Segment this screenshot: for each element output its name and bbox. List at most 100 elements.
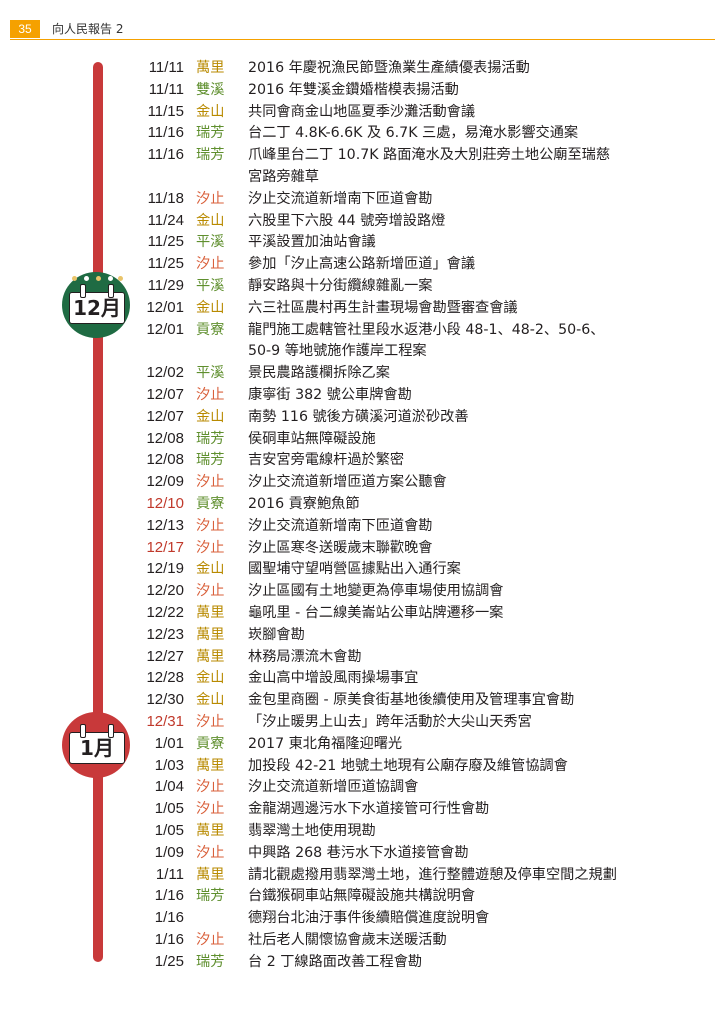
event-town: 萬里 — [196, 757, 225, 774]
event-date: 12/19 — [146, 560, 184, 578]
event-description: 汐止交流道新增匝道方案公聽會 — [248, 474, 447, 491]
event-description: 2016 貢寮鮑魚節 — [248, 496, 360, 512]
event-row: 12/01 金山 六三社區農村再生計畫現場會勘暨審查會議 — [0, 297, 725, 319]
page-number: 35 — [10, 20, 40, 38]
event-town: 金山 — [196, 103, 225, 120]
event-description: 林務局漂流木會勘 — [248, 648, 362, 665]
event-date: 1/16 — [154, 887, 184, 905]
event-description: 台二丁 4.8K-6.6K 及 6.7K 三處，易淹水影響交通案 — [248, 125, 579, 142]
event-row: 1/16 瑞芳 台鐵猴硐車站無障礙設施共構說明會 — [0, 885, 725, 907]
event-description: 加投段 42-21 地號土地現有公廟存廢及維管協調會 — [248, 757, 568, 774]
event-town: 貢寮 — [196, 321, 225, 338]
event-town: 平溪 — [196, 278, 225, 294]
event-description: 侯硐車站無障礙設施 — [248, 430, 376, 447]
event-row: 1/11 萬里 請北觀處撥用翡翠灣土地，進行整體遊憩及停車空間之規劃 — [0, 864, 725, 886]
event-date: 1/09 — [154, 843, 184, 861]
event-description: 龜吼里 - 台二線美崙站公車站牌遷移一案 — [248, 605, 504, 621]
event-row: 12/19 金山 國聖埔守望哨營區據點出入通行案 — [0, 558, 725, 580]
event-town: 瑞芳 — [196, 452, 225, 469]
event-row: 1/09 汐止 中興路 268 巷污水下水道接管會勘 — [0, 842, 725, 864]
event-row: 1/01 貢寮 2017 東北角福隆迎曙光 — [0, 733, 725, 755]
event-date: 1/03 — [154, 756, 184, 774]
event-row: 1/16 汐止 社后老人關懷協會歲末送暖活動 — [0, 929, 725, 951]
event-description: 翡翠灣土地使用現勘 — [248, 823, 376, 839]
event-description: 台鐵猴硐車站無障礙設施共構說明會 — [248, 888, 476, 905]
event-row: 11/18 汐止 汐止交流道新增南下匝道會勘 — [0, 188, 725, 210]
event-row: 11/16 瑞芳 台二丁 4.8K-6.6K 及 6.7K 三處，易淹水影響交通案 — [0, 122, 725, 144]
event-row: 12/10 貢寮 2016 貢寮鮑魚節 — [0, 493, 725, 515]
event-date: 1/05 — [154, 800, 184, 818]
event-description: 龍門施工處轄管社里段水返港小段 48-1、48-2、50-6、 — [248, 321, 605, 338]
event-date: 12/08 — [146, 429, 184, 447]
event-date: 12/02 — [146, 364, 184, 382]
event-town: 萬里 — [196, 605, 225, 621]
event-row: 12/02 平溪 景民農路護欄拆除乙案 — [0, 362, 725, 384]
event-town: 貢寮 — [196, 735, 225, 752]
event-town: 金山 — [196, 408, 225, 425]
event-date: 1/11 — [155, 865, 184, 883]
page-header: 35 向人民報告 2 — [0, 0, 725, 44]
event-date: 11/24 — [147, 211, 184, 229]
event-date: 11/11 — [148, 59, 184, 76]
event-date: 12/07 — [146, 386, 184, 403]
event-description: 2017 東北角福隆迎曙光 — [248, 735, 403, 752]
event-description: 汐止區寒冬送暖歲末聯歡晚會 — [248, 539, 433, 556]
event-row: 12/31 汐止 「汐止暖男上山去」跨年活動於大尖山天秀宮 — [0, 711, 725, 733]
event-row: 12/28 金山 金山高中增設風雨操場事宜 — [0, 667, 725, 689]
event-town: 金山 — [196, 561, 225, 578]
event-town: 汐止 — [196, 256, 225, 273]
report-title: 向人民報告 2 — [52, 22, 124, 36]
event-town: 瑞芳 — [196, 888, 225, 905]
event-town: 汐止 — [196, 539, 225, 556]
event-description: 參加「汐止高速公路新增匝道」會議 — [248, 256, 476, 273]
event-description: 金山高中增設風雨操場事宜 — [248, 670, 419, 687]
event-date: 1/04 — [154, 778, 184, 796]
event-row: 12/20 汐止 汐止區國有土地變更為停車場使用協調會 — [0, 580, 725, 602]
event-row: 12/27 萬里 林務局漂流木會勘 — [0, 646, 725, 668]
event-town: 萬里 — [196, 60, 225, 76]
event-row: 11/11 雙溪 2016 年雙溪金鑽婚楷模表揚活動 — [0, 79, 725, 101]
event-date: 1/16 — [154, 909, 184, 927]
event-date: 12/13 — [146, 516, 184, 534]
event-town: 金山 — [196, 670, 225, 687]
event-description: 請北觀處撥用翡翠灣土地，進行整體遊憩及停車空間之規劃 — [248, 866, 617, 883]
event-description: 金龍湖週邊污水下水道接管可行性會勘 — [248, 801, 490, 818]
header-divider — [10, 39, 715, 40]
event-description: 景民農路護欄拆除乙案 — [248, 365, 390, 382]
event-date: 12/09 — [146, 473, 184, 491]
event-description: 中興路 268 巷污水下水道接管會勘 — [248, 844, 469, 861]
event-description: 「汐止暖男上山去」跨年活動於大尖山天秀宮 — [248, 714, 532, 730]
event-row: 1/03 萬里 加投段 42-21 地號土地現有公廟存廢及維管協調會 — [0, 755, 725, 777]
event-date: 1/16 — [154, 931, 184, 948]
event-description: 六三社區農村再生計畫現場會勘暨審查會議 — [248, 299, 518, 316]
event-date: 12/28 — [146, 669, 184, 687]
event-date: 12/31 — [146, 713, 184, 730]
event-date: 11/18 — [147, 189, 184, 207]
event-row: 1/04 汐止 汐止交流道新增匝道協調會 — [0, 776, 725, 798]
event-description: 國聖埔守望哨營區據點出入通行案 — [248, 561, 461, 578]
event-description: 共同會商金山地區夏季沙灘活動會議 — [248, 103, 476, 120]
event-description: 2016 年慶祝漁民節暨漁業生產績優表揚活動 — [248, 60, 530, 76]
event-description: 汐止區國有土地變更為停車場使用協調會 — [248, 583, 504, 600]
event-town: 金山 — [196, 212, 225, 229]
event-description-continued: 宮路旁雜草 — [248, 169, 319, 185]
event-description: 南勢 116 號後方磺溪河道淤砂改善 — [248, 408, 469, 425]
event-date: 12/17 — [146, 538, 184, 556]
event-town: 雙溪 — [196, 81, 225, 98]
event-description-continued: 50-9 等地號施作護岸工程案 — [248, 343, 427, 360]
event-row: 12/22 萬里 龜吼里 - 台二線美崙站公車站牌遷移一案 — [0, 602, 725, 624]
event-row: 11/15 金山 共同會商金山地區夏季沙灘活動會議 — [0, 101, 725, 123]
event-town: 瑞芳 — [196, 125, 225, 142]
event-row: 1/16 德翔台北油汙事件後續賠償進度說明會 — [0, 907, 725, 929]
event-date: 12/07 — [146, 407, 184, 425]
event-date: 12/01 — [146, 298, 184, 316]
event-town: 汐止 — [196, 779, 225, 796]
event-description: 社后老人關懷協會歲末送暖活動 — [248, 932, 447, 948]
event-town: 汐止 — [196, 190, 225, 207]
event-town: 汐止 — [196, 517, 225, 534]
event-description: 平溪設置加油站會議 — [248, 234, 376, 251]
event-town: 萬里 — [196, 823, 225, 839]
event-row: 12/23 萬里 崁腳會勘 — [0, 624, 725, 646]
event-description: 康寧街 382 號公車牌會勘 — [248, 387, 412, 403]
event-row: 12/07 汐止 康寧街 382 號公車牌會勘 — [0, 384, 725, 406]
